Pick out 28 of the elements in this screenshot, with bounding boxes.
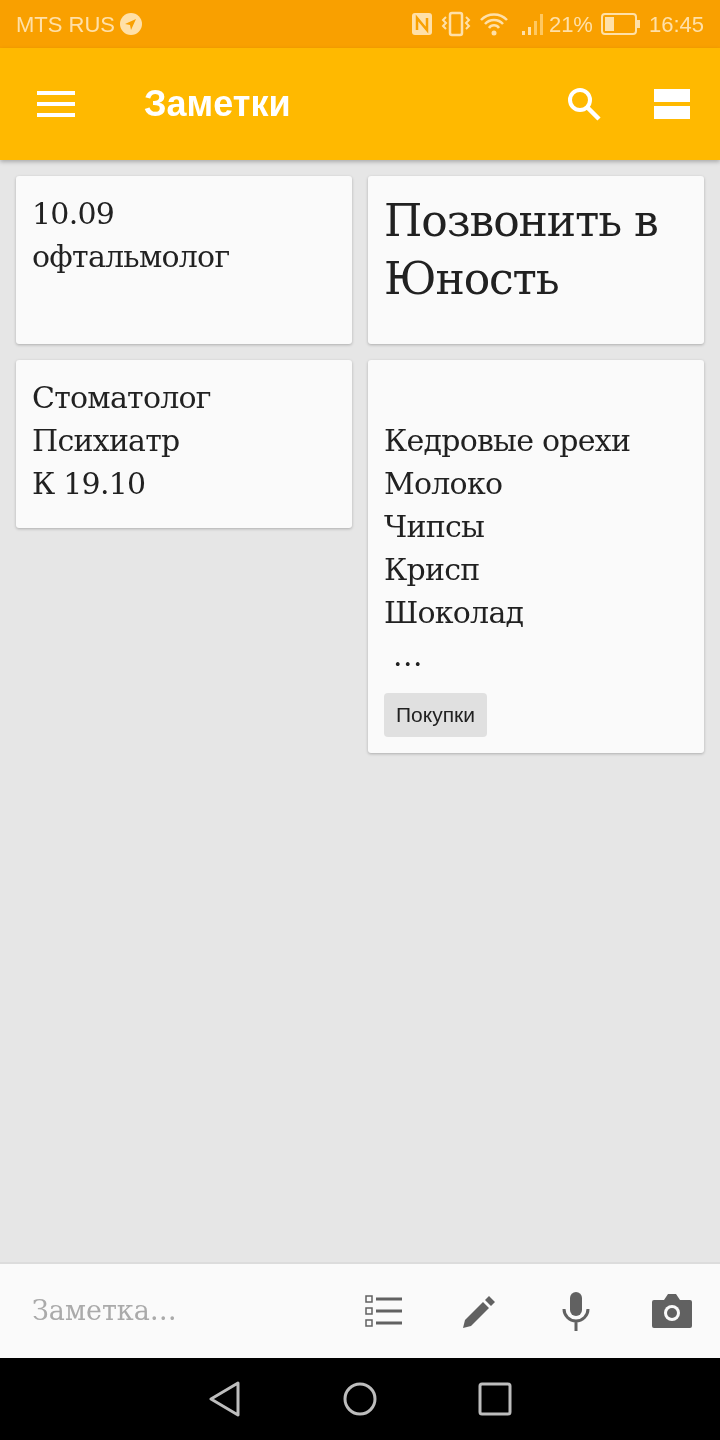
note-label[interactable]: Покупки xyxy=(384,693,487,737)
battery-percent: 21% xyxy=(548,10,593,39)
note-card[interactable]: Стоматолог Психиатр К 19.10 xyxy=(16,360,352,528)
list-view-icon xyxy=(654,89,690,119)
vibrate-icon xyxy=(440,11,471,37)
battery-icon xyxy=(600,13,641,35)
carrier-name: MTS RUS xyxy=(16,10,115,39)
note-text: 10.09 офтальмолог xyxy=(32,195,231,276)
note-card[interactable]: 10.09 офтальмолог xyxy=(16,176,352,344)
signal-icon xyxy=(520,12,545,36)
note-input-field[interactable]: Заметка… xyxy=(32,1290,332,1332)
note-text: Стоматолог Психиатр К 19.10 xyxy=(32,379,212,503)
recents-icon[interactable] xyxy=(478,1382,512,1416)
clock: 16:45 xyxy=(648,10,704,39)
microphone-icon xyxy=(561,1291,591,1331)
search-icon xyxy=(566,86,602,122)
app-title: Заметки xyxy=(144,82,291,126)
menu-icon xyxy=(37,91,75,117)
note-text: Позвонить в Юность xyxy=(384,194,659,306)
camera-icon xyxy=(651,1292,693,1330)
back-icon[interactable] xyxy=(208,1381,242,1417)
nfc-icon xyxy=(410,12,433,36)
wifi-icon xyxy=(478,12,509,36)
note-card[interactable]: Кедровые орехи Молоко Чипсы Крисп Шоколад … Покупки xyxy=(368,360,704,753)
note-text: Кедровые орехи Молоко Чипсы Крисп Шоколад … xyxy=(384,422,632,675)
note-card[interactable]: Позвонить в Юность xyxy=(368,176,704,344)
home-icon[interactable] xyxy=(342,1381,378,1417)
checklist-icon xyxy=(365,1294,403,1328)
